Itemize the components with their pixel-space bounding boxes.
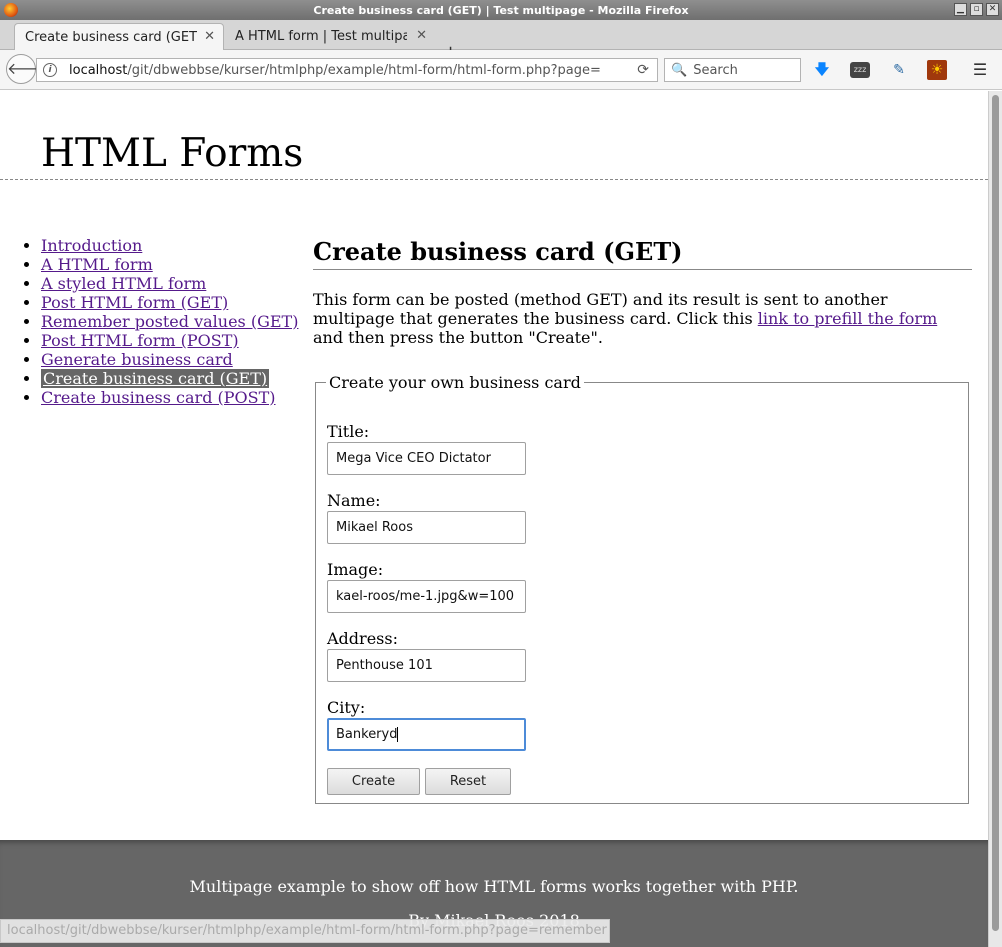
address-label: Address: [327, 629, 398, 648]
nav-item-styled-html-form: A styled HTML form [41, 274, 298, 293]
zzz-extension-icon[interactable]: zzz [850, 62, 870, 78]
tab-close-icon[interactable]: ✕ [204, 29, 215, 44]
firefox-icon [4, 3, 18, 17]
nav-link-post-form-get[interactable]: Post HTML form (GET) [41, 293, 228, 312]
tab-create-business-card[interactable]: Create business card (GET) | Test multip… [14, 23, 224, 50]
nav-item-html-form: A HTML form [41, 255, 298, 274]
name-label: Name: [327, 491, 381, 510]
side-navigation: Introduction A HTML form A styled HTML f… [41, 236, 298, 407]
nav-link-create-card-post[interactable]: Create business card (POST) [41, 388, 276, 407]
nav-link-post-form-post[interactable]: Post HTML form (POST) [41, 331, 239, 350]
window-titlebar: Create business card (GET) | Test multip… [0, 0, 1002, 20]
url-host: localhost [69, 62, 128, 78]
page-content: HTML Forms Introduction A HTML form A st… [0, 91, 988, 947]
reload-icon[interactable]: ⟳ [637, 62, 649, 78]
status-link-preview: localhost/git/dbwebbse/kurser/htmlphp/ex… [0, 919, 610, 943]
page-heading: Create business card (GET) [313, 237, 972, 270]
nav-item-create-card-post: Create business card (POST) [41, 388, 298, 407]
window-controls: ▁ ▫ ✕ [954, 3, 999, 16]
field-group-name: Name: Mikael Roos [327, 491, 526, 544]
url-bar[interactable]: i localhost/git/dbwebbse/kurser/htmlphp/… [36, 58, 658, 82]
intro-paragraph: This form can be posted (method GET) and… [313, 290, 972, 347]
title-label: Title: [327, 422, 370, 441]
name-input[interactable]: Mikael Roos [327, 511, 526, 544]
hamburger-menu-icon[interactable]: ☰ [970, 60, 990, 80]
nav-item-generate-card: Generate business card [41, 350, 298, 369]
create-button[interactable]: Create [327, 768, 420, 795]
city-input[interactable]: Bankeryd [327, 718, 526, 751]
city-label: City: [327, 698, 366, 717]
title-input[interactable]: Mega Vice CEO Dictator [327, 442, 526, 475]
reset-button[interactable]: Reset [425, 768, 511, 795]
tab-close-icon[interactable]: ✕ [416, 28, 427, 43]
nav-link-html-form[interactable]: A HTML form [41, 255, 153, 274]
scrollbar-thumb[interactable] [992, 95, 999, 931]
site-title: HTML Forms [41, 131, 304, 176]
image-input[interactable]: kael-roos/me-1.jpg&w=100 [327, 580, 526, 613]
nav-item-post-form-get: Post HTML form (GET) [41, 293, 298, 312]
prefill-form-link[interactable]: link to prefill the form [758, 309, 937, 328]
tab-strip: Create business card (GET) | Test multip… [0, 20, 1002, 63]
nav-item-create-card-get: Create business card (GET) [41, 369, 298, 388]
footer-description: Multipage example to show off how HTML f… [189, 877, 799, 896]
url-path: /git/dbwebbse/kurser/htmlphp/example/htm… [127, 62, 601, 78]
text-caret [397, 727, 399, 742]
address-input[interactable]: Penthouse 101 [327, 649, 526, 682]
main-content: Create business card (GET) This form can… [313, 237, 972, 804]
page-scrollbar[interactable] [988, 91, 1002, 947]
nav-link-generate-card[interactable]: Generate business card [41, 350, 233, 369]
url-text[interactable]: localhost/git/dbwebbse/kurser/htmlphp/ex… [69, 63, 629, 78]
field-group-image: Image: kael-roos/me-1.jpg&w=100 [327, 560, 526, 613]
business-card-fieldset: Create your own business card Title: Meg… [315, 373, 969, 804]
info-icon[interactable]: i [43, 63, 57, 77]
nav-link-styled-html-form[interactable]: A styled HTML form [41, 274, 206, 293]
nav-item-remember-values: Remember posted values (GET) [41, 312, 298, 331]
field-group-city: City: Bankeryd [327, 698, 526, 751]
image-label: Image: [327, 560, 384, 579]
field-group-title: Title: Mega Vice CEO Dictator [327, 422, 526, 475]
city-value: Bankeryd [336, 727, 398, 742]
tab-label: A HTML form | Test multipage [235, 29, 407, 44]
maximize-button[interactable]: ▫ [970, 3, 983, 16]
tab-label: Create business card (GET) | Test multip… [25, 29, 197, 45]
intro-text-after: and then press the button "Create". [313, 328, 603, 347]
nav-link-create-card-get[interactable]: Create business card (GET) [41, 369, 270, 388]
window-title: Create business card (GET) | Test multip… [313, 3, 689, 17]
nav-link-remember-values[interactable]: Remember posted values (GET) [41, 312, 298, 331]
search-icon: 🔍 [671, 62, 688, 78]
nav-item-post-form-post: Post HTML form (POST) [41, 331, 298, 350]
back-button[interactable]: 🡐 [6, 54, 50, 84]
nav-link-introduction[interactable]: Introduction [41, 236, 142, 255]
search-input[interactable]: 🔍 Search [664, 58, 801, 82]
minimize-button[interactable]: ▁ [954, 3, 967, 16]
fieldset-legend: Create your own business card [329, 373, 581, 392]
field-group-address: Address: Penthouse 101 [327, 629, 526, 682]
search-placeholder: Search [693, 62, 738, 78]
nav-toolbar: 🡐 i localhost/git/dbwebbse/kurser/htmlph… [0, 50, 1002, 90]
nav-item-introduction: Introduction [41, 236, 298, 255]
close-window-button[interactable]: ✕ [986, 3, 999, 16]
tab-html-form[interactable]: A HTML form | Test multipage ✕ [225, 23, 435, 50]
site-header: HTML Forms [0, 91, 988, 180]
sun-extension-icon[interactable]: ☀ [927, 60, 947, 80]
download-icon[interactable]: 🡇 [812, 60, 832, 80]
eyedropper-icon[interactable]: ✎ [889, 60, 909, 80]
